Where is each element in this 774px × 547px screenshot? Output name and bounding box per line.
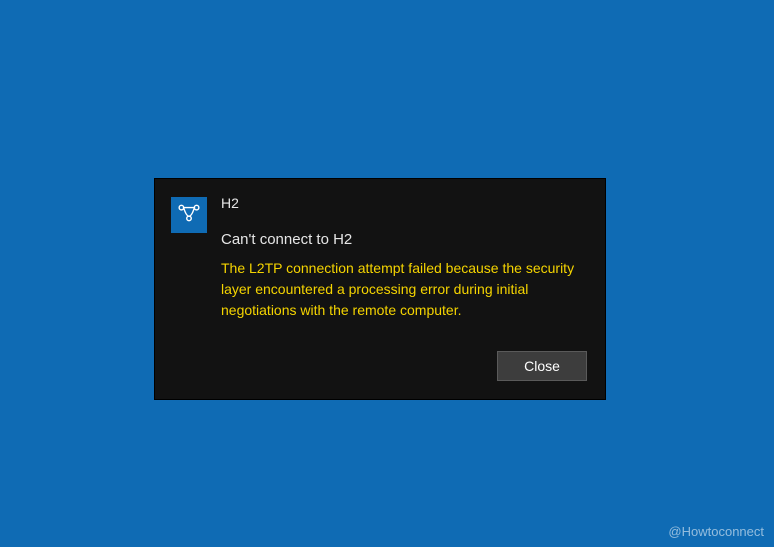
- notification-message: The L2TP connection attempt failed becau…: [221, 258, 587, 321]
- notification-text: H2 Can't connect to H2 The L2TP connecti…: [221, 195, 587, 321]
- watermark-text: @Howtoconnect: [668, 524, 764, 539]
- notification-icon-wrap: [171, 197, 207, 233]
- vpn-network-icon: [176, 200, 202, 231]
- notification-toast: H2 Can't connect to H2 The L2TP connecti…: [154, 178, 606, 400]
- close-button[interactable]: Close: [497, 351, 587, 381]
- notification-body: H2 Can't connect to H2 The L2TP connecti…: [171, 195, 587, 321]
- notification-heading: Can't connect to H2: [221, 231, 587, 248]
- notification-actions: Close: [171, 351, 587, 381]
- notification-title: H2: [221, 195, 587, 211]
